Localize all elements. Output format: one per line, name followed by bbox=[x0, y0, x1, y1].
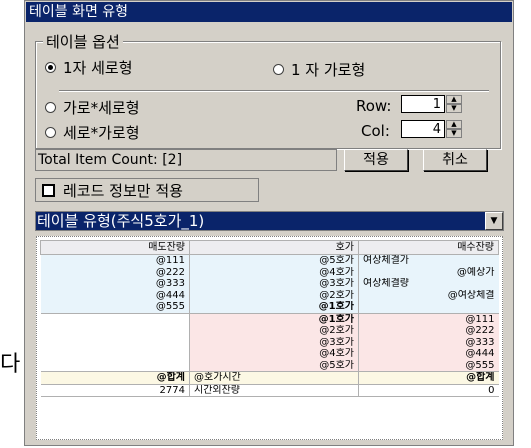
radio-label: 세로*가로형 bbox=[63, 124, 140, 142]
price-cell: @3호가 bbox=[189, 336, 359, 348]
ask-qty-cell: @333 bbox=[40, 278, 190, 290]
bid-qty-cell: @111 bbox=[358, 313, 499, 325]
column-header: 매수잔량 bbox=[358, 240, 499, 255]
table-row: @4호가 @444 bbox=[40, 348, 499, 360]
bid-qty-cell: @555 bbox=[358, 359, 499, 372]
table-row: @555 @1호가 bbox=[40, 301, 499, 314]
table-preview: 매도잔량 호가 매수잔량 @111 @5호가 여상체결가 @222 @4호가 @… bbox=[36, 236, 503, 440]
table-options-legend: 테이블 옵션 bbox=[43, 31, 123, 52]
bid-qty-cell: @222 bbox=[358, 325, 499, 337]
radio-unselected-icon bbox=[45, 127, 56, 138]
row-spinner: ▲ ▼ bbox=[401, 95, 462, 113]
radio-label: 1 자 가로형 bbox=[291, 61, 366, 79]
bid-qty-cell: 여상체결량 bbox=[358, 278, 499, 290]
radio-horizontal-vertical[interactable]: 가로*세로형 bbox=[45, 97, 140, 118]
spin-up-icon[interactable]: ▲ bbox=[446, 120, 462, 129]
price-cell: @5호가 bbox=[189, 359, 359, 372]
bid-qty-cell: 여상체결가 bbox=[358, 254, 499, 267]
bid-qty-cell: @333 bbox=[358, 336, 499, 348]
cancel-button[interactable]: 취소 bbox=[423, 149, 487, 171]
table-row: @1호가 @111 bbox=[40, 313, 499, 325]
price-cell: @4호가 bbox=[189, 348, 359, 360]
dropdown-arrow-icon[interactable]: ▼ bbox=[485, 212, 503, 230]
price-cell: @4호가 bbox=[189, 266, 359, 278]
table-row: @333 @3호가 여상체결량 bbox=[40, 278, 499, 290]
table-row: @5호가 @555 bbox=[40, 359, 499, 372]
bid-qty-cell: @여상체결 bbox=[358, 289, 499, 301]
bid-total-cell: @합계 bbox=[358, 371, 499, 385]
after-hours-bid-cell: 0 bbox=[358, 384, 499, 397]
table-type-dialog: 테이블 화면 유형 테이블 옵션 1자 세로형 1 자 가로형 가로*세로형 세… bbox=[24, 0, 514, 446]
ask-qty-cell: @222 bbox=[40, 266, 190, 278]
radio-label: 1자 세로형 bbox=[63, 59, 133, 77]
col-spinner: ▲ ▼ bbox=[401, 120, 462, 138]
price-cell: @5호가 bbox=[189, 254, 359, 267]
bid-qty-cell: @예상가 bbox=[358, 266, 499, 278]
hoga-time-cell: @호가시간 bbox=[189, 371, 359, 385]
price-cell: @2호가 bbox=[189, 289, 359, 301]
ask-qty-cell bbox=[40, 348, 190, 360]
bid-qty-cell bbox=[358, 301, 499, 314]
column-header: 매도잔량 bbox=[40, 240, 190, 255]
ask-qty-cell: @444 bbox=[40, 289, 190, 301]
table-row: @444 @2호가 @여상체결 bbox=[40, 289, 499, 301]
apply-button[interactable]: 적용 bbox=[344, 149, 408, 171]
checkbox-icon bbox=[42, 183, 55, 197]
ask-qty-cell bbox=[40, 359, 190, 372]
price-cell: @1호가 bbox=[189, 313, 359, 325]
options-divider bbox=[59, 90, 489, 92]
table-row: @3호가 @333 bbox=[40, 336, 499, 348]
col-input[interactable] bbox=[401, 120, 445, 138]
radio-1col-vertical[interactable]: 1자 세로형 bbox=[45, 57, 133, 78]
spin-down-icon[interactable]: ▼ bbox=[446, 129, 462, 138]
table-type-select[interactable]: 테이블 유형(주식5호가_1) ▼ bbox=[35, 211, 504, 231]
checkbox-label: 레코드 정보만 적용 bbox=[63, 181, 183, 200]
radio-selected-icon bbox=[45, 62, 56, 73]
ask-qty-cell bbox=[40, 313, 190, 325]
record-info-only-checkbox[interactable]: 레코드 정보만 적용 bbox=[35, 178, 259, 202]
price-cell: @2호가 bbox=[189, 325, 359, 337]
row-label: Row: bbox=[356, 97, 392, 115]
table-header-row: 매도잔량 호가 매수잔량 bbox=[40, 240, 499, 255]
background-char: 다 bbox=[0, 352, 21, 377]
hoga-table: 매도잔량 호가 매수잔량 @111 @5호가 여상체결가 @222 @4호가 @… bbox=[40, 240, 499, 397]
price-cell: @1호가 bbox=[189, 301, 359, 314]
radio-unselected-icon bbox=[273, 64, 284, 75]
ask-qty-cell bbox=[40, 336, 190, 348]
ask-qty-cell bbox=[40, 325, 190, 337]
ask-qty-cell: @555 bbox=[40, 301, 190, 314]
total-item-count: Total Item Count: [2] bbox=[35, 149, 337, 171]
radio-1row-horizontal[interactable]: 1 자 가로형 bbox=[273, 59, 365, 80]
table-row: @111 @5호가 여상체결가 bbox=[40, 254, 499, 267]
table-row: @2호가 @222 bbox=[40, 325, 499, 337]
table-row: @222 @4호가 @예상가 bbox=[40, 266, 499, 278]
ask-qty-cell: @111 bbox=[40, 254, 190, 267]
table-type-value: 테이블 유형(주식5호가_1) bbox=[37, 212, 205, 230]
radio-vertical-horizontal[interactable]: 세로*가로형 bbox=[45, 122, 140, 143]
price-cell: @3호가 bbox=[189, 278, 359, 290]
radio-label: 가로*세로형 bbox=[63, 99, 140, 117]
col-label: Col: bbox=[361, 122, 390, 140]
table-total-row: @합계 @호가시간 @합계 bbox=[40, 371, 499, 385]
spin-up-icon[interactable]: ▲ bbox=[446, 95, 462, 104]
column-header: 호가 bbox=[189, 240, 359, 255]
bid-qty-cell: @444 bbox=[358, 348, 499, 360]
window-title: 테이블 화면 유형 bbox=[26, 2, 512, 22]
ask-total-cell: @합계 bbox=[40, 371, 190, 385]
after-hours-label-cell: 시간외잔량 bbox=[189, 384, 359, 397]
after-hours-ask-cell: 2774 bbox=[40, 384, 190, 397]
spin-down-icon[interactable]: ▼ bbox=[446, 104, 462, 113]
table-extra-row: 2774 시간외잔량 0 bbox=[40, 384, 499, 397]
row-input[interactable] bbox=[401, 95, 445, 113]
radio-unselected-icon bbox=[45, 102, 56, 113]
